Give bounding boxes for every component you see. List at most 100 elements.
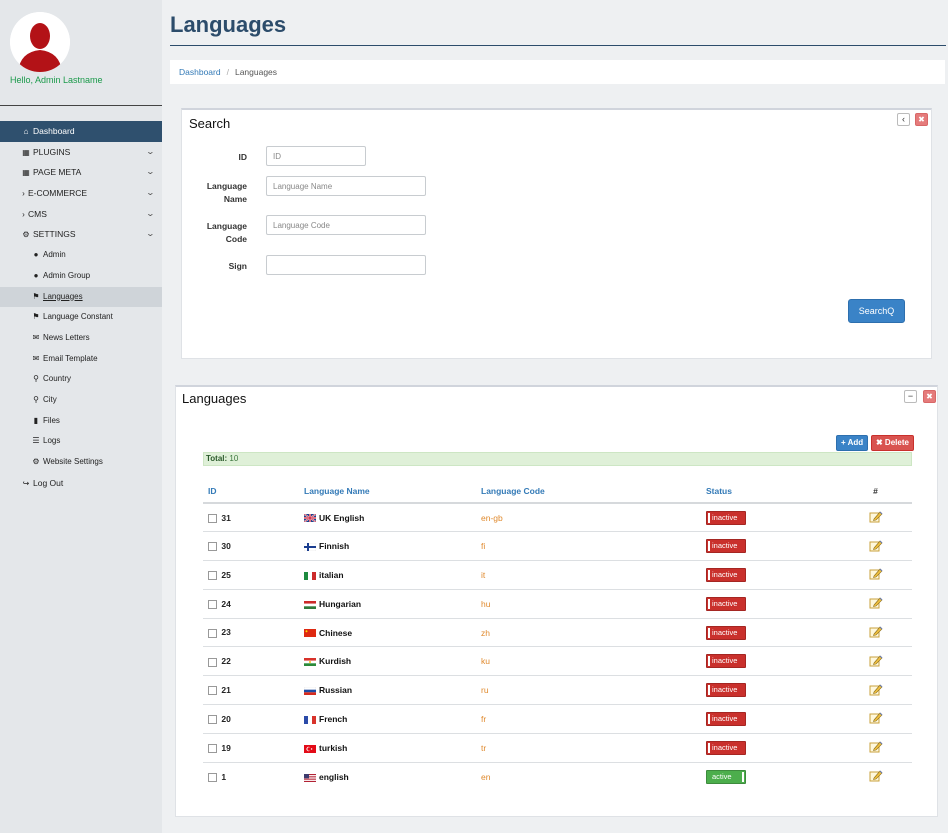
row-language-name: UK English: [319, 512, 365, 523]
id-cell: 19: [203, 733, 299, 763]
sidebar-item-plugins[interactable]: ▦ PLUGINS ⌄: [0, 142, 162, 163]
row-checkbox[interactable]: [208, 542, 217, 552]
home-icon: ⌂: [23, 127, 29, 136]
edit-icon[interactable]: [869, 683, 883, 696]
edit-icon[interactable]: [869, 654, 883, 667]
sidebar-item-e-commerce[interactable]: › E-COMMERCE ⌄: [0, 183, 162, 204]
language-name-cell: Hungarian: [299, 589, 476, 619]
language-code-cell: it: [476, 560, 701, 590]
close-button[interactable]: ✖: [923, 390, 936, 403]
language-code-label: Language Code: [206, 221, 247, 244]
sidebar-item-settings[interactable]: ⚙ SETTINGS ⌄: [0, 224, 162, 245]
breadcrumb: Dashboard / Languages: [170, 60, 945, 84]
flag-us-icon: [304, 773, 316, 782]
language-code-cell: ku: [476, 646, 701, 677]
avatar: [10, 12, 70, 72]
status-cell: inactive: [701, 618, 834, 648]
row-language-name: French: [319, 713, 348, 724]
status-toggle[interactable]: inactive: [706, 740, 746, 755]
row-checkbox[interactable]: [208, 571, 217, 581]
search-panel-title: Search: [189, 116, 231, 131]
row-checkbox[interactable]: [208, 772, 217, 782]
edit-icon[interactable]: [869, 567, 883, 580]
sidebar-item-website-settings[interactable]: ⚙ Website Settings: [0, 452, 162, 473]
sidebar-item-languages[interactable]: ⚑ Languages: [0, 286, 162, 308]
sidebar-item-admin[interactable]: ● Admin: [0, 245, 162, 266]
breadcrumb-dashboard-link[interactable]: Dashboard: [179, 67, 221, 77]
status-cell: inactive: [701, 675, 834, 706]
column-header-id[interactable]: ID: [203, 479, 299, 504]
id-input[interactable]: [266, 146, 366, 166]
row-language-name: Chinese: [319, 627, 353, 638]
language-name-cell: Kurdish: [299, 646, 476, 677]
row-id: 31: [221, 512, 231, 523]
column-header-language-name[interactable]: Language Name: [299, 479, 476, 504]
sidebar-item-news-letters[interactable]: ✉ News Letters: [0, 328, 162, 349]
edit-icon[interactable]: [869, 510, 883, 523]
sidebar-item-country[interactable]: ⚲ Country: [0, 369, 162, 390]
sidebar-item-city[interactable]: ⚲ City: [0, 390, 162, 411]
sidebar-item-cms[interactable]: › CMS ⌄: [0, 204, 162, 225]
row-checkbox[interactable]: [208, 513, 217, 523]
sidebar-item-admin-group[interactable]: ● Admin Group: [0, 266, 162, 287]
sidebar-item-log-out[interactable]: ↪ Log Out: [0, 473, 162, 494]
edit-icon[interactable]: [869, 711, 883, 724]
status-toggle[interactable]: inactive: [706, 539, 746, 554]
delete-button[interactable]: ✖ Delete: [871, 435, 914, 451]
minimize-button[interactable]: −: [904, 390, 917, 403]
status-cell: inactive: [701, 560, 834, 590]
edit-icon[interactable]: [869, 625, 883, 638]
row-checkbox[interactable]: [208, 686, 217, 696]
close-icon: ✖: [926, 392, 933, 401]
edit-icon[interactable]: [869, 769, 883, 782]
collapse-button[interactable]: ‹: [897, 113, 910, 126]
edit-icon[interactable]: [869, 596, 883, 609]
sidebar-item-dashboard[interactable]: ⌂ Dashboard: [0, 121, 162, 142]
row-checkbox[interactable]: [208, 715, 217, 725]
flag-ru-icon: [303, 686, 317, 695]
edit-icon[interactable]: [869, 740, 883, 753]
status-toggle[interactable]: inactive: [706, 596, 746, 611]
edit-icon[interactable]: [869, 539, 883, 552]
chevron-down-icon: ⌄: [145, 208, 156, 218]
sidebar-item-logs[interactable]: ☰ Logs: [0, 431, 162, 452]
language-code-cell: tr: [476, 733, 701, 763]
add-button[interactable]: + Add: [836, 435, 869, 451]
sidebar-item-email-template[interactable]: ✉ Email Template: [0, 349, 162, 370]
sidebar-item-language-constant[interactable]: ⚑ Language Constant: [0, 307, 162, 328]
user-avatar-icon: [10, 12, 70, 72]
column-header-language-code[interactable]: Language Code: [476, 479, 701, 504]
actions-cell: [834, 503, 912, 533]
actions-cell: [834, 531, 912, 562]
row-checkbox[interactable]: [208, 743, 217, 753]
status-cell: inactive: [701, 503, 834, 533]
row-checkbox[interactable]: [208, 628, 217, 638]
status-toggle[interactable]: inactive: [706, 711, 746, 726]
status-toggle[interactable]: inactive: [706, 654, 746, 669]
language-name-cell: Russian: [299, 675, 476, 706]
sign-input[interactable]: [266, 255, 426, 275]
status-toggle[interactable]: active: [706, 769, 746, 784]
flag-icon: ⚑: [32, 312, 40, 322]
status-toggle[interactable]: inactive: [706, 510, 746, 525]
language-code-cell: fi: [476, 531, 701, 562]
languages-panel-title: Languages: [182, 391, 247, 406]
flag-hu-icon: [304, 600, 316, 609]
row-language-code: fi: [481, 541, 486, 552]
status-toggle[interactable]: inactive: [706, 625, 746, 640]
languages-table: ID Language Name Language Code Status # …: [203, 479, 912, 791]
status-toggle[interactable]: inactive: [706, 683, 746, 698]
close-button[interactable]: ✖: [915, 113, 928, 126]
row-checkbox[interactable]: [208, 657, 217, 667]
search-button[interactable]: SearchQ: [848, 299, 905, 323]
language-name-cell: italian: [299, 560, 476, 590]
sidebar-item-files[interactable]: ▮ Files: [0, 411, 162, 432]
table-row: 22 Kurdish ku inactive: [203, 646, 912, 677]
language-name-input[interactable]: [266, 176, 426, 196]
status-toggle[interactable]: inactive: [706, 567, 746, 582]
row-checkbox[interactable]: [208, 599, 217, 609]
sidebar-item-page-meta[interactable]: ▦ PAGE META ⌄: [0, 162, 162, 183]
language-name-cell: turkish: [299, 733, 476, 763]
column-header-status[interactable]: Status: [701, 479, 834, 504]
language-code-input[interactable]: [266, 215, 426, 235]
